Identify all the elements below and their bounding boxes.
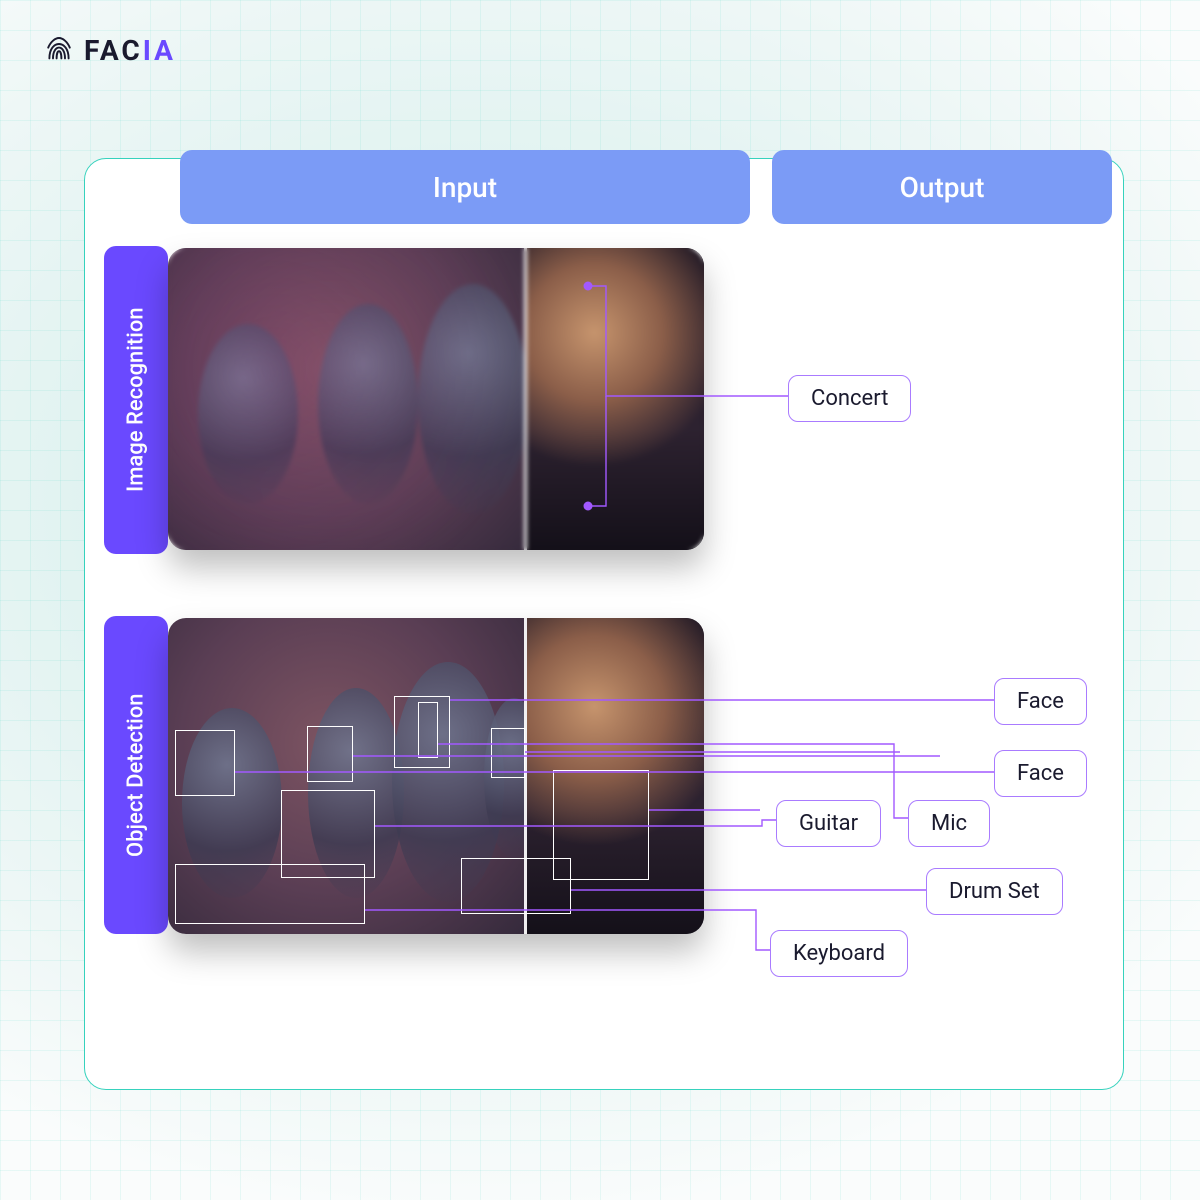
connector-dot-bottom (584, 502, 593, 511)
fingerprint-icon (44, 32, 74, 68)
tag-concert: Concert (788, 375, 911, 422)
tag-keyboard: Keyboard (770, 930, 908, 977)
brand-name-a: FAC (84, 34, 143, 67)
input-image-recognition (168, 248, 704, 550)
bbox-drum-set (461, 858, 571, 914)
bbox-face-c (307, 726, 353, 782)
bbox-mic (418, 702, 438, 758)
connector-dot-top (584, 282, 593, 291)
column-header-input: Input (180, 150, 750, 224)
tag-guitar: Guitar (776, 800, 881, 847)
tag-mic: Mic (908, 800, 990, 847)
tag-drum-set: Drum Set (926, 868, 1063, 915)
brand-name-b: IA (143, 34, 176, 67)
row-label-object-detection: Object Detection (104, 616, 168, 934)
bbox-keyboard (175, 864, 365, 924)
brand-logo: FACIA (44, 32, 176, 68)
bbox-face-d (491, 728, 525, 778)
brand-name: FACIA (84, 34, 176, 67)
column-header-output: Output (772, 150, 1112, 224)
bbox-face-b (175, 730, 235, 796)
row-label-image-recognition: Image Recognition (104, 246, 168, 554)
tag-face-a: Face (994, 678, 1087, 725)
tag-face-b: Face (994, 750, 1087, 797)
